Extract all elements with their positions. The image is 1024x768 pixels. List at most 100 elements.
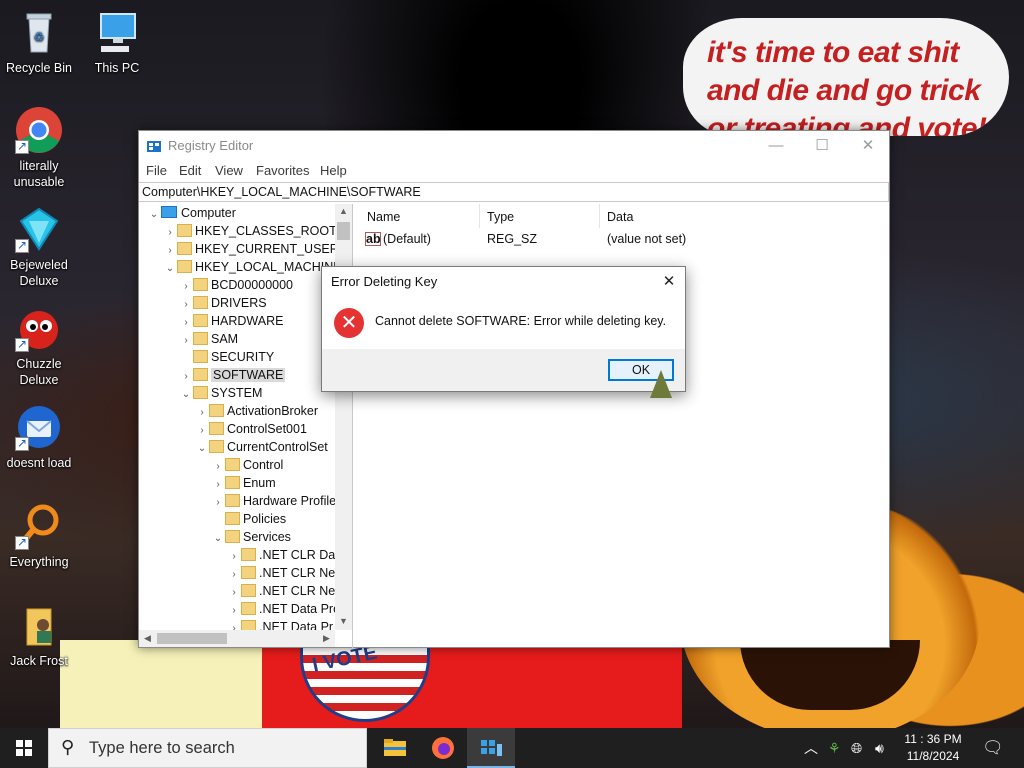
action-center-notification-icon[interactable]: 🗨︎ xyxy=(982,728,1004,768)
desktop-icon-chrome[interactable]: literally unusable xyxy=(0,106,78,190)
tree-item[interactable]: › .NET CLR Net xyxy=(227,564,339,582)
tree-item[interactable]: › HKEY_CLASSES_ROOT xyxy=(163,222,337,240)
tree-item-label: Enum xyxy=(243,476,276,490)
app-tray-icon[interactable]: ⚘ xyxy=(828,728,841,768)
show-hidden-icons-chevron-icon[interactable]: ︿ xyxy=(804,728,818,768)
chrome-icon xyxy=(15,106,63,154)
scrollbar-thumb[interactable] xyxy=(337,222,350,240)
menu-view[interactable]: View xyxy=(215,163,243,178)
tree-item-label: SAM xyxy=(211,332,239,346)
folder-icon xyxy=(193,368,208,381)
speaker-volume-icon[interactable]: 🔊︎ xyxy=(875,728,884,768)
wallpaper-speech-text: it's time to eat shit and die and go tri… xyxy=(707,36,987,136)
tree-item[interactable]: › .NET CLR Dat xyxy=(227,546,339,564)
chevron-down-icon[interactable]: ⌄ xyxy=(195,440,209,458)
scroll-left-arrow-icon[interactable]: ◀ xyxy=(139,633,156,644)
tree-item[interactable]: › Enum xyxy=(211,474,276,492)
svg-text:♻: ♻ xyxy=(34,30,45,44)
tree-item-label: SOFTWARE xyxy=(211,368,286,382)
tree-item[interactable]: ⌄ Computer xyxy=(147,204,236,222)
error-deleting-key-dialog[interactable]: Error Deleting Key ✕ ✕ Cannot delete SOF… xyxy=(321,266,686,392)
window-title: Registry Editor xyxy=(168,138,254,153)
maximize-button[interactable]: ☐ xyxy=(799,131,845,161)
folder-icon xyxy=(225,512,240,525)
tree-item[interactable]: ⌄ Services xyxy=(211,528,291,546)
tree-item-label: ActivationBroker xyxy=(227,404,319,418)
desktop-icon-jack-frost[interactable]: Jack Frost xyxy=(0,601,78,669)
tree-item-label: Hardware Profile xyxy=(243,494,337,508)
tree-item[interactable]: › Control xyxy=(211,456,283,474)
column-header-name[interactable]: Name xyxy=(367,210,400,224)
dialog-close-button[interactable]: ✕ xyxy=(653,267,685,297)
desktop-icon-bejeweled[interactable]: Bejeweled Deluxe xyxy=(0,205,78,289)
column-header-type[interactable]: Type xyxy=(487,210,514,224)
value-name: (Default) xyxy=(383,232,431,246)
start-button[interactable] xyxy=(0,728,48,768)
taskbar-firefox[interactable] xyxy=(419,728,467,768)
scroll-down-arrow-icon[interactable]: ▼ xyxy=(335,616,352,626)
scrollbar-thumb[interactable] xyxy=(157,633,227,644)
taskbar-search-box[interactable]: ⚲ Type here to search xyxy=(48,728,367,768)
folder-icon xyxy=(225,476,240,489)
close-button[interactable]: ✕ xyxy=(845,131,891,161)
desktop-icon-this-pc[interactable]: This PC xyxy=(78,8,156,76)
minimize-button[interactable]: — xyxy=(753,131,799,161)
chevron-down-icon[interactable]: ⌄ xyxy=(179,386,193,404)
tree-item[interactable]: › DRIVERS xyxy=(179,294,267,312)
tree-item[interactable]: › ActivationBroker xyxy=(195,402,318,420)
folder-icon xyxy=(225,530,240,543)
taskbar-registry-editor[interactable] xyxy=(467,728,515,768)
desktop-icon-everything[interactable]: Everything xyxy=(0,502,78,570)
tree-item[interactable]: › Hardware Profile xyxy=(211,492,336,510)
folder-icon xyxy=(225,458,240,471)
desktop-icon-thunderbird[interactable]: doesnt load xyxy=(0,403,78,471)
thunderbird-icon xyxy=(15,403,63,451)
tree-item[interactable]: ⌄ CurrentControlSet xyxy=(195,438,328,456)
everything-search-icon xyxy=(15,502,63,550)
desktop-icon-chuzzle[interactable]: Chuzzle Deluxe xyxy=(0,304,78,388)
desktop-icon-recycle-bin[interactable]: ♻ Recycle Bin xyxy=(0,8,78,76)
tree-item[interactable]: › ControlSet001 xyxy=(195,420,307,438)
title-bar[interactable]: Registry Editor — ☐ ✕ xyxy=(139,131,889,161)
folder-icon xyxy=(209,422,224,435)
address-bar[interactable]: Computer\HKEY_LOCAL_MACHINE\SOFTWARE xyxy=(139,182,889,202)
tree-item[interactable]: › .NET Data Pro xyxy=(227,600,340,618)
tree-item[interactable]: › SAM xyxy=(179,330,238,348)
tree-item[interactable]: › SOFTWARE xyxy=(179,366,286,384)
chevron-down-icon[interactable]: ⌄ xyxy=(211,530,225,548)
scroll-right-arrow-icon[interactable]: ▶ xyxy=(318,633,335,644)
tree-item-label: .NET Data Pro xyxy=(259,602,341,616)
folder-icon xyxy=(193,314,208,327)
value-type: REG_SZ xyxy=(487,232,538,246)
tree-item[interactable]: Policies xyxy=(211,510,286,528)
column-header-data[interactable]: Data xyxy=(607,210,633,224)
tree-item[interactable]: SECURITY xyxy=(179,348,274,366)
taskbar-clock[interactable]: 11 : 36 PM 11/8/2024 xyxy=(900,731,966,765)
folder-icon xyxy=(209,440,224,453)
menu-edit[interactable]: Edit xyxy=(179,163,201,178)
chevron-down-icon[interactable]: ⌄ xyxy=(147,206,161,224)
tree-item[interactable]: › .NET CLR Net xyxy=(227,582,339,600)
tree-item[interactable]: ⌄ SYSTEM xyxy=(179,384,262,402)
chuzzle-icon xyxy=(15,304,63,352)
recycle-bin-icon: ♻ xyxy=(15,8,63,56)
scroll-up-arrow-icon[interactable]: ▲ xyxy=(335,206,352,216)
folder-icon xyxy=(193,350,208,363)
shortcut-arrow-icon xyxy=(15,237,29,253)
chevron-down-icon[interactable]: ⌄ xyxy=(163,260,177,278)
error-icon: ✕ xyxy=(334,308,364,338)
tree-horizontal-scrollbar[interactable]: ◀ ▶ xyxy=(139,630,335,647)
tree-item-label: HKEY_CURRENT_USER xyxy=(195,242,339,256)
taskbar-file-explorer[interactable] xyxy=(371,728,419,768)
folder-icon xyxy=(241,548,256,561)
tree-item-label: DRIVERS xyxy=(211,296,267,310)
clock-time: 11 : 36 PM xyxy=(904,732,962,746)
tree-item[interactable]: › BCD00000000 xyxy=(179,276,293,294)
network-globe-icon[interactable]: 🌐︎ xyxy=(851,728,862,768)
menu-help[interactable]: Help xyxy=(320,163,347,178)
menu-file[interactable]: File xyxy=(146,163,167,178)
tree-item[interactable]: ⌄ HKEY_LOCAL_MACHINE xyxy=(163,258,342,276)
menu-favorites[interactable]: Favorites xyxy=(256,163,309,178)
tree-item[interactable]: › HKEY_CURRENT_USER xyxy=(163,240,339,258)
tree-item[interactable]: › HARDWARE xyxy=(179,312,283,330)
